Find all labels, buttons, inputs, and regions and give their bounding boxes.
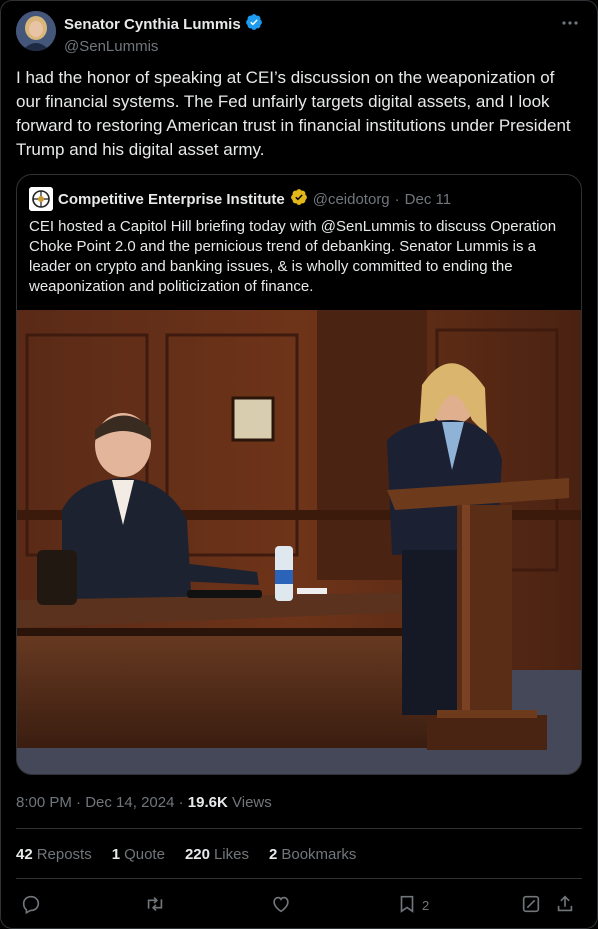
reply-button[interactable]: [20, 893, 42, 917]
tweet-meta: 8:00 PM · Dec 14, 2024 · 19.6K Views: [16, 794, 272, 811]
meta-separator-2: ·: [174, 794, 188, 811]
likes-stat[interactable]: 220 Likes: [185, 846, 249, 863]
views-count: 19.6K: [187, 794, 228, 811]
meta-separator: ·: [71, 794, 86, 811]
quoted-tweet[interactable]: Competitive Enterprise Institute @ceidot…: [16, 174, 582, 775]
reposts-count: 42: [16, 846, 33, 863]
share-button[interactable]: [554, 893, 576, 917]
reposts-label: Reposts: [36, 846, 92, 863]
quoted-date[interactable]: Dec 11: [405, 191, 451, 208]
quoted-handle[interactable]: @ceidotorg: [313, 191, 390, 208]
tweet-text: I had the honor of speaking at CEI’s dis…: [16, 68, 571, 159]
like-button[interactable]: [270, 893, 292, 917]
views-label: Views: [232, 794, 272, 811]
more-icon[interactable]: [560, 13, 580, 33]
quoted-display-name[interactable]: Competitive Enterprise Institute: [58, 191, 285, 208]
bookmark-button[interactable]: 2: [396, 893, 429, 917]
share-icon: [554, 893, 576, 918]
quoted-tweet-text: CEI hosted a Capitol Hill briefing today…: [29, 218, 557, 295]
divider: [16, 828, 582, 829]
reply-icon: [20, 893, 42, 918]
verified-blue-badge-icon: [245, 13, 263, 35]
bookmarks-label: Bookmarks: [281, 846, 357, 863]
repost-icon: [144, 893, 166, 918]
verified-gold-badge-icon: [290, 188, 308, 210]
author-display-name[interactable]: Senator Cynthia Lummis: [64, 16, 241, 33]
grok-button[interactable]: [520, 893, 542, 917]
quoted-tweet-photo[interactable]: [17, 310, 581, 774]
likes-count: 220: [184, 846, 210, 863]
bookmark-count: 2: [422, 897, 430, 913]
divider: [16, 878, 582, 879]
author-avatar[interactable]: [16, 11, 56, 51]
quoted-separator: ·: [394, 190, 400, 208]
bookmarks-count: 2: [269, 846, 278, 863]
reposts-stat[interactable]: 42 Reposts: [16, 846, 92, 863]
bookmark-icon: [396, 893, 418, 918]
like-icon: [270, 893, 292, 918]
likes-label: Likes: [213, 846, 249, 863]
quotes-stat[interactable]: 1 Quote: [112, 846, 165, 863]
quoted-tweet-header: Competitive Enterprise Institute @ceidot…: [29, 187, 569, 211]
author-handle[interactable]: @SenLummis: [64, 38, 263, 55]
tweet-header: Senator Cynthia Lummis @SenLummis: [16, 11, 582, 55]
repost-button[interactable]: [144, 893, 166, 917]
tweet-date[interactable]: Dec 14, 2024: [85, 794, 174, 811]
bookmarks-stat[interactable]: 2 Bookmarks: [269, 846, 356, 863]
quotes-label: Quote: [124, 846, 165, 863]
tweet-time[interactable]: 8:00 PM: [16, 794, 72, 811]
quotes-count: 1: [111, 846, 121, 863]
engagement-stats: 42 Reposts 1 Quote 220 Likes 2 Bookmarks: [16, 846, 356, 863]
grok-icon: [520, 893, 542, 918]
quoted-author-avatar[interactable]: [29, 187, 53, 211]
action-bar: 2: [16, 893, 582, 919]
